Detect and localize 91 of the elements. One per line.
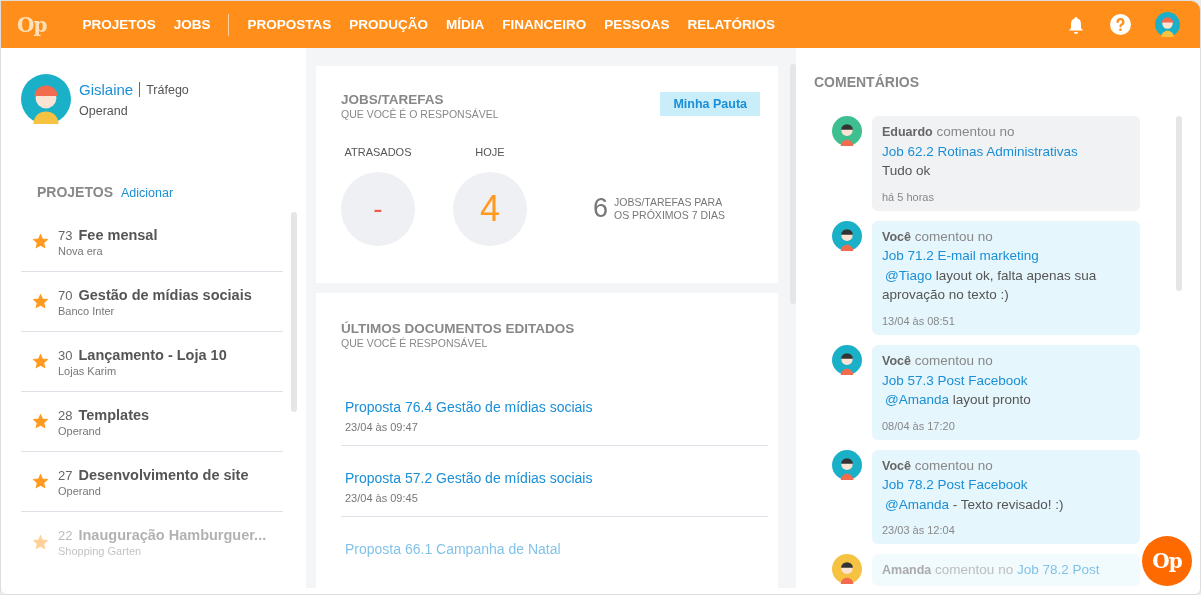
card-title: JOBS/TAREFAS	[341, 92, 445, 107]
job-link[interactable]: Job 78.2 Post	[1016, 562, 1100, 578]
star-icon[interactable]	[33, 474, 48, 489]
client-name: Banco Inter	[58, 304, 116, 317]
nav-link[interactable]: PESSOAS	[604, 17, 670, 32]
avatar-icon[interactable]	[1155, 12, 1180, 37]
star-icon[interactable]	[33, 234, 48, 249]
comment-text: @Amanda layout pronto	[884, 391, 1032, 410]
project-item[interactable]: 73 Fee mensal Nova era	[21, 212, 283, 272]
job-link[interactable]: Job 62.2 Rotinas Administrativas	[882, 143, 1078, 159]
comment-header: Você comentou no Job 78.2 Post Facebook	[882, 456, 1029, 495]
project-number: 73	[58, 227, 73, 243]
job-link[interactable]: Job 57.3 Post Facebook	[882, 372, 1028, 388]
client-name: Operand	[58, 484, 102, 497]
project-name: Fee mensal	[78, 226, 158, 243]
document-date: 23/04 às 09:45	[345, 492, 419, 504]
nav-link[interactable]: PROJETOS	[82, 17, 156, 32]
project-name: Templates	[78, 406, 150, 423]
comment-text: Tudo ok	[882, 162, 932, 181]
project-name: Gestão de mídias sociais	[78, 286, 252, 303]
floating-logo-button[interactable]: Op	[1142, 536, 1192, 586]
document-link[interactable]: Proposta 57.2 Gestão de mídias sociais	[345, 470, 764, 486]
star-icon[interactable]	[33, 354, 48, 369]
stat-counter[interactable]: 4	[453, 172, 527, 246]
nav-link[interactable]: MÍDIA	[446, 17, 485, 32]
project-item[interactable]: 22 Inauguração Hamburguer... Shopping Garten	[21, 512, 283, 572]
scrollbar[interactable]	[291, 212, 297, 412]
avatar-icon	[832, 116, 862, 146]
user-role: Tráfego	[146, 82, 189, 97]
add-link[interactable]: Adicionar	[121, 186, 174, 200]
help-icon[interactable]	[1110, 14, 1131, 35]
client-name: Nova era	[58, 244, 104, 257]
client-name: Shopping Garten	[58, 545, 143, 557]
project-item[interactable]: 30 Lançamento - Loja 10 Lojas Karim	[21, 332, 283, 392]
scrollbar[interactable]	[790, 64, 796, 304]
project-item[interactable]: 28 Templates Operand	[21, 392, 283, 452]
star-icon[interactable]	[33, 414, 48, 429]
project-number: 70	[58, 287, 73, 303]
project-name: Lançamento - Loja 10	[78, 346, 227, 363]
project-item[interactable]: 70 Gestão de mídias sociais Banco Inter	[21, 272, 283, 332]
comment-header: Amanda comentou no Job 78.2 Post	[882, 561, 1101, 580]
nav-link[interactable]: PRODUÇÃO	[349, 17, 428, 32]
project-name: Desenvolvimento de site	[78, 466, 249, 483]
bell-icon[interactable]	[1066, 14, 1086, 35]
card-subtitle: QUE VOCÊ É RESPONSÁVEL	[341, 337, 489, 349]
comment-header: Você comentou no Job 71.2 E-mail marketing	[882, 227, 1040, 266]
stat-label: ATRASADOS	[344, 146, 412, 158]
comment-header: Você comentou no Job 57.3 Post Facebook	[882, 351, 1029, 390]
comment-text: @Amanda - Texto revisado! :)	[884, 495, 1065, 514]
card-title: ÚLTIMOS DOCUMENTOS EDITADOS	[341, 321, 576, 336]
comment-time: 08/04 às 17:20	[882, 419, 955, 432]
avatar-icon	[832, 344, 862, 375]
company-name: Operand	[79, 104, 129, 118]
project-number: 22	[58, 528, 73, 543]
upcoming-count: 6	[593, 193, 609, 224]
avatar-icon	[832, 449, 862, 480]
logo[interactable]: Op	[17, 12, 47, 37]
job-link[interactable]: Job 71.2 E-mail marketing	[882, 248, 1039, 264]
document-link[interactable]: Proposta 76.4 Gestão de mídias sociais	[345, 399, 764, 415]
stat-counter[interactable]: -	[341, 172, 415, 246]
section-title: COMENTÁRIOS	[814, 74, 920, 90]
document-date: 23/04 às 09:47	[345, 421, 419, 433]
upcoming-label: JOBS/TAREFAS PARA OS PRÓXIMOS 7 DIAS	[614, 195, 726, 222]
comment-text: @Tiago layout ok, falta apenas sua aprovação no texto :)	[882, 266, 1098, 305]
nav-link[interactable]: JOBS	[173, 17, 211, 32]
client-name: Lojas Karim	[58, 364, 118, 377]
comment-time: 23/03 às 12:04	[882, 524, 955, 537]
nav-link[interactable]: RELATÓRIOS	[687, 17, 775, 32]
project-item[interactable]: 27 Desenvolvimento de site Operand	[21, 452, 283, 512]
job-link[interactable]: Job 78.2 Post Facebook	[882, 477, 1028, 493]
project-number: 27	[58, 467, 73, 483]
nav-link[interactable]: FINANCEIRO	[502, 17, 587, 32]
document-link[interactable]: Proposta 66.1 Campanha de Natal	[345, 541, 764, 557]
comment-header: Eduardo comentou no Job 62.2 Rotinas Administrativas	[882, 123, 1079, 161]
nav-link[interactable]: PROPOSTAS	[247, 17, 332, 32]
project-name: Inauguração Hamburguer...	[78, 527, 267, 543]
project-number: 28	[58, 407, 73, 423]
user-name-link[interactable]: Gislaine	[79, 81, 134, 98]
comment-time: 13/04 às 08:51	[882, 314, 955, 327]
scrollbar[interactable]	[1176, 116, 1182, 291]
comment-time: há 5 horas	[882, 190, 934, 203]
agenda-button[interactable]: Minha Pauta	[660, 92, 760, 116]
client-name: Operand	[58, 424, 102, 437]
stat-label: HOJE	[475, 146, 505, 158]
avatar-icon	[21, 74, 71, 124]
card-subtitle: QUE VOCÊ É O RESPONSÁVEL	[341, 108, 499, 120]
avatar-icon	[832, 220, 862, 251]
section-title: PROJETOS	[37, 184, 113, 200]
avatar-icon	[832, 554, 862, 585]
project-number: 30	[58, 347, 73, 363]
star-icon[interactable]	[33, 294, 48, 309]
